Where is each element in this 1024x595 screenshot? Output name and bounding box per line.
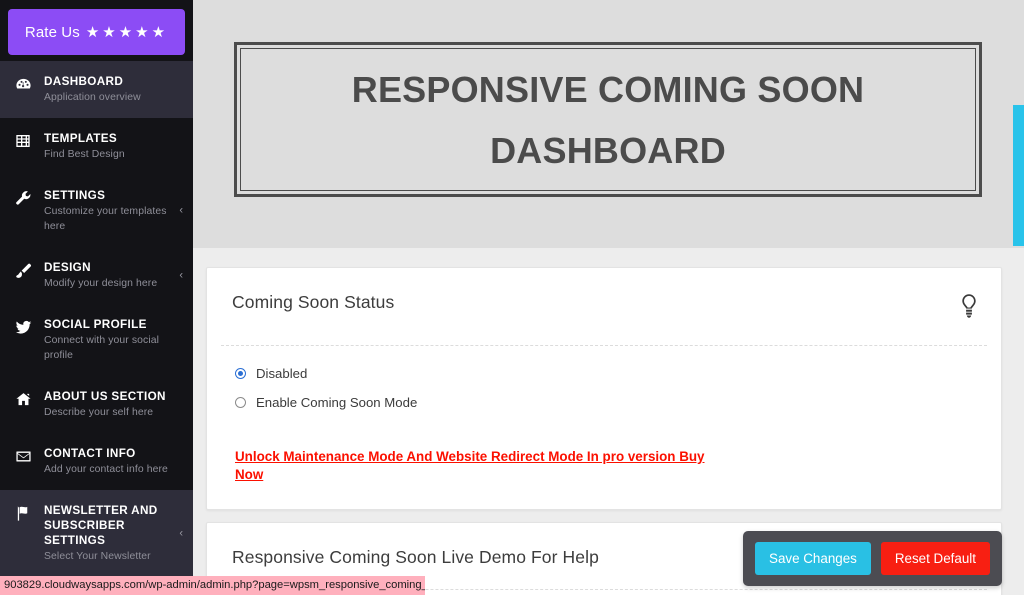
rating-stars-icon: ★★★★★ — [85, 23, 169, 41]
sidebar-item-text: DASHBOARD Application overview — [36, 74, 141, 105]
radio-option-enable-coming-soon-mode[interactable]: Enable Coming Soon Mode — [235, 395, 976, 410]
sidebar-item-label: DESIGN — [44, 261, 91, 274]
paintbrush-icon — [10, 260, 36, 279]
save-changes-button[interactable]: Save Changes — [755, 542, 871, 575]
sidebar-item-label: SETTINGS — [44, 189, 106, 202]
lightbulb-icon[interactable] — [959, 293, 979, 324]
sidebar-nav: DASHBOARD Application overview TEMPLATES Fi… — [0, 61, 193, 595]
sidebar-item-sublabel: Find Best Design — [44, 149, 125, 160]
sidebar-item-contact-info[interactable]: CONTACT INFO Add your contact info here — [0, 433, 193, 490]
rate-us-container: Rate Us ★★★★★ — [0, 0, 193, 61]
card-title: Coming Soon Status — [232, 292, 395, 312]
sidebar-item-sublabel: Application overview — [44, 92, 141, 103]
sidebar-item-text: TEMPLATES Find Best Design — [36, 131, 125, 162]
radio-label: Enable Coming Soon Mode — [256, 395, 418, 410]
sidebar-item-design[interactable]: DESIGN Modify your design here ‹ — [0, 247, 193, 304]
page-title-line1: RESPONSIVE COMING SOON — [351, 68, 865, 110]
radio-button[interactable] — [235, 397, 246, 408]
card-header: Coming Soon Status — [207, 268, 1001, 324]
action-bar: Save Changes Reset Default — [743, 531, 1002, 586]
sidebar-item-sublabel: Customize your templates here — [44, 206, 167, 232]
banner-frame-outer: RESPONSIVE COMING SOON DASHBOARD — [234, 42, 982, 197]
card-body: Disabled Enable Coming Soon Mode Unlock M… — [207, 346, 1001, 484]
sidebar-item-text: SETTINGS Customize your templates here — [36, 188, 171, 234]
twitter-bird-icon — [10, 317, 36, 336]
card-title: Responsive Coming Soon Live Demo For Hel… — [232, 547, 599, 567]
sidebar-item-text: NEWSLETTER AND SUBSCRIBER SETTINGS Select… — [36, 503, 171, 564]
radio-option-disabled[interactable]: Disabled — [235, 366, 976, 381]
sidebar-item-text: SOCIAL PROFILE Connect with your social p… — [36, 317, 171, 363]
sidebar-item-about-us-section[interactable]: ABOUT US SECTION Describe your self here — [0, 376, 193, 433]
radio-button[interactable] — [235, 368, 246, 379]
sidebar-item-dashboard[interactable]: DASHBOARD Application overview — [0, 61, 193, 118]
sidebar-item-sublabel: Describe your self here — [44, 407, 154, 418]
sidebar-item-social-profile[interactable]: SOCIAL PROFILE Connect with your social p… — [0, 304, 193, 376]
chevron-left-icon[interactable]: ‹ — [179, 270, 183, 281]
page-title-line2: DASHBOARD — [490, 129, 726, 171]
sidebar-item-settings[interactable]: SETTINGS Customize your templates here ‹ — [0, 175, 193, 247]
rate-us-button[interactable]: Rate Us ★★★★★ — [8, 9, 185, 55]
grid-table-icon — [10, 131, 36, 149]
sidebar-item-text: ABOUT US SECTION Describe your self here — [36, 389, 166, 420]
sidebar-item-label: DASHBOARD — [44, 75, 124, 88]
sidebar-item-label: CONTACT INFO — [44, 447, 136, 460]
coming-soon-status-card: Coming Soon Status Disabled Enable Coming… — [206, 267, 1002, 510]
status-bar-url: 903829.cloudwaysapps.com/wp-admin/admin.… — [0, 576, 425, 595]
sidebar-item-sublabel: Modify your design here — [44, 278, 158, 289]
page-banner: RESPONSIVE COMING SOON DASHBOARD — [193, 0, 1024, 248]
collapsed-panel-tab[interactable] — [1013, 105, 1024, 246]
sidebar-item-label: SOCIAL PROFILE — [44, 318, 147, 331]
envelope-icon — [10, 446, 36, 465]
sidebar-item-sublabel: Connect with your social profile — [44, 335, 160, 361]
sidebar-item-label: NEWSLETTER AND SUBSCRIBER SETTINGS — [44, 504, 158, 547]
sidebar-item-label: TEMPLATES — [44, 132, 118, 145]
sidebar-item-label: ABOUT US SECTION — [44, 390, 166, 403]
chevron-left-icon[interactable]: ‹ — [179, 528, 183, 539]
app-root: Rate Us ★★★★★ DASHBOARD Application overv… — [0, 0, 1024, 595]
sidebar-item-sublabel: Select Your Newsletter — [44, 551, 151, 562]
main-content: RESPONSIVE COMING SOON DASHBOARD Coming … — [193, 0, 1024, 595]
dashboard-gauge-icon — [10, 74, 36, 93]
sidebar-item-templates[interactable]: TEMPLATES Find Best Design — [0, 118, 193, 175]
flag-icon — [10, 503, 36, 522]
banner-frame-inner: RESPONSIVE COMING SOON DASHBOARD — [240, 48, 976, 191]
sidebar: Rate Us ★★★★★ DASHBOARD Application overv… — [0, 0, 193, 595]
home-icon — [10, 389, 36, 408]
sidebar-item-newsletter-and-subscriber-settings[interactable]: NEWSLETTER AND SUBSCRIBER SETTINGS Select… — [0, 490, 193, 577]
wrench-icon — [10, 188, 36, 207]
rate-us-label: Rate Us — [24, 23, 80, 41]
reset-default-button[interactable]: Reset Default — [880, 542, 990, 575]
coming-soon-mode-radio-group: Disabled Enable Coming Soon Mode — [235, 366, 976, 410]
sidebar-item-text: CONTACT INFO Add your contact info here — [36, 446, 168, 477]
pro-version-upgrade-link[interactable]: Unlock Maintenance Mode And Website Redi… — [235, 448, 735, 484]
radio-label: Disabled — [256, 366, 308, 381]
sidebar-item-sublabel: Add your contact info here — [44, 464, 168, 475]
chevron-left-icon[interactable]: ‹ — [179, 205, 183, 217]
sidebar-item-text: DESIGN Modify your design here — [36, 260, 157, 291]
